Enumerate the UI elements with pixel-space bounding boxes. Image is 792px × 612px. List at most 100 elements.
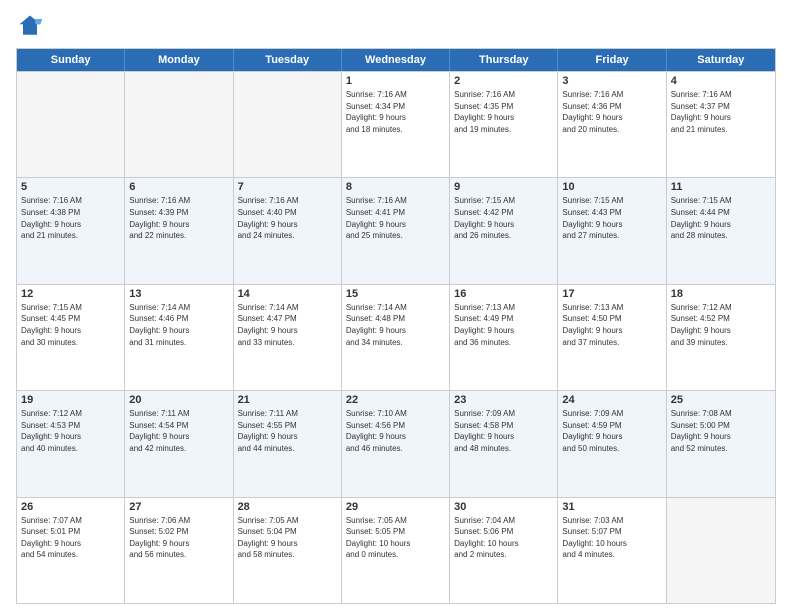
day-cell-1: 1 Sunrise: 7:16 AMSunset: 4:34 PMDaylight…	[342, 72, 450, 177]
day-cell-31: 31 Sunrise: 7:03 AMSunset: 5:07 PMDayligh…	[558, 498, 666, 603]
day-number: 13	[129, 288, 228, 300]
header-day-tuesday: Tuesday	[234, 49, 342, 71]
day-number: 7	[238, 181, 337, 193]
day-cell-20: 20 Sunrise: 7:11 AMSunset: 4:54 PMDayligh…	[125, 391, 233, 496]
day-number: 30	[454, 501, 553, 513]
page: SundayMondayTuesdayWednesdayThursdayFrid…	[0, 0, 792, 612]
day-info: Sunrise: 7:16 AMSunset: 4:40 PMDaylight:…	[238, 195, 337, 241]
header-day-friday: Friday	[558, 49, 666, 71]
calendar: SundayMondayTuesdayWednesdayThursdayFrid…	[16, 48, 776, 604]
day-info: Sunrise: 7:03 AMSunset: 5:07 PMDaylight:…	[562, 515, 661, 561]
day-info: Sunrise: 7:14 AMSunset: 4:48 PMDaylight:…	[346, 302, 445, 348]
day-number: 10	[562, 181, 661, 193]
day-number: 24	[562, 394, 661, 406]
header-day-saturday: Saturday	[667, 49, 775, 71]
day-info: Sunrise: 7:16 AMSunset: 4:39 PMDaylight:…	[129, 195, 228, 241]
day-info: Sunrise: 7:14 AMSunset: 4:47 PMDaylight:…	[238, 302, 337, 348]
empty-cell	[17, 72, 125, 177]
day-cell-6: 6 Sunrise: 7:16 AMSunset: 4:39 PMDaylight…	[125, 178, 233, 283]
day-info: Sunrise: 7:14 AMSunset: 4:46 PMDaylight:…	[129, 302, 228, 348]
day-info: Sunrise: 7:06 AMSunset: 5:02 PMDaylight:…	[129, 515, 228, 561]
day-info: Sunrise: 7:10 AMSunset: 4:56 PMDaylight:…	[346, 408, 445, 454]
day-info: Sunrise: 7:09 AMSunset: 4:58 PMDaylight:…	[454, 408, 553, 454]
day-number: 28	[238, 501, 337, 513]
logo-icon	[16, 12, 44, 40]
day-cell-3: 3 Sunrise: 7:16 AMSunset: 4:36 PMDaylight…	[558, 72, 666, 177]
day-number: 20	[129, 394, 228, 406]
day-cell-7: 7 Sunrise: 7:16 AMSunset: 4:40 PMDaylight…	[234, 178, 342, 283]
day-cell-16: 16 Sunrise: 7:13 AMSunset: 4:49 PMDayligh…	[450, 285, 558, 390]
day-info: Sunrise: 7:11 AMSunset: 4:54 PMDaylight:…	[129, 408, 228, 454]
day-info: Sunrise: 7:15 AMSunset: 4:43 PMDaylight:…	[562, 195, 661, 241]
day-number: 9	[454, 181, 553, 193]
day-cell-24: 24Sunrise: 7:09 AMSunset: 4:59 PMDayligh…	[558, 391, 666, 496]
calendar-row-5: 26 Sunrise: 7:07 AMSunset: 5:01 PMDayligh…	[17, 497, 775, 603]
day-number: 17	[562, 288, 661, 300]
day-number: 23	[454, 394, 553, 406]
day-number: 4	[671, 75, 771, 87]
day-cell-18: 18 Sunrise: 7:12 AMSunset: 4:52 PMDayligh…	[667, 285, 775, 390]
day-number: 31	[562, 501, 661, 513]
day-cell-8: 8 Sunrise: 7:16 AMSunset: 4:41 PMDaylight…	[342, 178, 450, 283]
day-info: Sunrise: 7:13 AMSunset: 4:49 PMDaylight:…	[454, 302, 553, 348]
day-info: Sunrise: 7:16 AMSunset: 4:36 PMDaylight:…	[562, 89, 661, 135]
calendar-row-4: 19 Sunrise: 7:12 AMSunset: 4:53 PMDayligh…	[17, 390, 775, 496]
day-cell-25: 25 Sunrise: 7:08 AMSunset: 5:00 PMDayligh…	[667, 391, 775, 496]
day-info: Sunrise: 7:16 AMSunset: 4:34 PMDaylight:…	[346, 89, 445, 135]
day-cell-17: 17 Sunrise: 7:13 AMSunset: 4:50 PMDayligh…	[558, 285, 666, 390]
day-number: 6	[129, 181, 228, 193]
day-cell-13: 13 Sunrise: 7:14 AMSunset: 4:46 PMDayligh…	[125, 285, 233, 390]
day-info: Sunrise: 7:16 AMSunset: 4:41 PMDaylight:…	[346, 195, 445, 241]
day-number: 3	[562, 75, 661, 87]
calendar-header: SundayMondayTuesdayWednesdayThursdayFrid…	[17, 49, 775, 71]
calendar-body: 1 Sunrise: 7:16 AMSunset: 4:34 PMDaylight…	[17, 71, 775, 603]
header	[16, 12, 776, 40]
calendar-row-2: 5 Sunrise: 7:16 AMSunset: 4:38 PMDaylight…	[17, 177, 775, 283]
empty-cell	[125, 72, 233, 177]
day-info: Sunrise: 7:13 AMSunset: 4:50 PMDaylight:…	[562, 302, 661, 348]
empty-cell	[234, 72, 342, 177]
day-cell-23: 23 Sunrise: 7:09 AMSunset: 4:58 PMDayligh…	[450, 391, 558, 496]
day-number: 11	[671, 181, 771, 193]
day-number: 22	[346, 394, 445, 406]
day-cell-12: 12Sunrise: 7:15 AMSunset: 4:45 PMDayligh…	[17, 285, 125, 390]
day-cell-19: 19 Sunrise: 7:12 AMSunset: 4:53 PMDayligh…	[17, 391, 125, 496]
day-number: 8	[346, 181, 445, 193]
day-cell-11: 11Sunrise: 7:15 AMSunset: 4:44 PMDayligh…	[667, 178, 775, 283]
day-number: 18	[671, 288, 771, 300]
day-cell-9: 9 Sunrise: 7:15 AMSunset: 4:42 PMDaylight…	[450, 178, 558, 283]
day-number: 1	[346, 75, 445, 87]
day-info: Sunrise: 7:15 AMSunset: 4:42 PMDaylight:…	[454, 195, 553, 241]
day-info: Sunrise: 7:04 AMSunset: 5:06 PMDaylight:…	[454, 515, 553, 561]
logo	[16, 12, 48, 40]
day-info: Sunrise: 7:11 AMSunset: 4:55 PMDaylight:…	[238, 408, 337, 454]
day-info: Sunrise: 7:08 AMSunset: 5:00 PMDaylight:…	[671, 408, 771, 454]
day-cell-10: 10 Sunrise: 7:15 AMSunset: 4:43 PMDayligh…	[558, 178, 666, 283]
day-number: 5	[21, 181, 120, 193]
day-cell-22: 22 Sunrise: 7:10 AMSunset: 4:56 PMDayligh…	[342, 391, 450, 496]
header-day-thursday: Thursday	[450, 49, 558, 71]
calendar-row-1: 1 Sunrise: 7:16 AMSunset: 4:34 PMDaylight…	[17, 71, 775, 177]
day-info: Sunrise: 7:15 AMSunset: 4:45 PMDaylight:…	[21, 302, 120, 348]
day-cell-29: 29Sunrise: 7:05 AMSunset: 5:05 PMDayligh…	[342, 498, 450, 603]
day-cell-4: 4 Sunrise: 7:16 AMSunset: 4:37 PMDaylight…	[667, 72, 775, 177]
day-number: 14	[238, 288, 337, 300]
header-day-monday: Monday	[125, 49, 233, 71]
day-cell-26: 26 Sunrise: 7:07 AMSunset: 5:01 PMDayligh…	[17, 498, 125, 603]
day-cell-2: 2Sunrise: 7:16 AMSunset: 4:35 PMDaylight…	[450, 72, 558, 177]
day-info: Sunrise: 7:05 AMSunset: 5:05 PMDaylight:…	[346, 515, 445, 561]
day-info: Sunrise: 7:12 AMSunset: 4:53 PMDaylight:…	[21, 408, 120, 454]
day-number: 27	[129, 501, 228, 513]
day-number: 25	[671, 394, 771, 406]
day-info: Sunrise: 7:16 AMSunset: 4:35 PMDaylight:…	[454, 89, 553, 135]
day-info: Sunrise: 7:05 AMSunset: 5:04 PMDaylight:…	[238, 515, 337, 561]
day-cell-30: 30 Sunrise: 7:04 AMSunset: 5:06 PMDayligh…	[450, 498, 558, 603]
day-info: Sunrise: 7:16 AMSunset: 4:37 PMDaylight:…	[671, 89, 771, 135]
day-cell-15: 15Sunrise: 7:14 AMSunset: 4:48 PMDayligh…	[342, 285, 450, 390]
day-number: 26	[21, 501, 120, 513]
day-info: Sunrise: 7:16 AMSunset: 4:38 PMDaylight:…	[21, 195, 120, 241]
day-info: Sunrise: 7:07 AMSunset: 5:01 PMDaylight:…	[21, 515, 120, 561]
day-info: Sunrise: 7:12 AMSunset: 4:52 PMDaylight:…	[671, 302, 771, 348]
day-number: 16	[454, 288, 553, 300]
day-number: 19	[21, 394, 120, 406]
